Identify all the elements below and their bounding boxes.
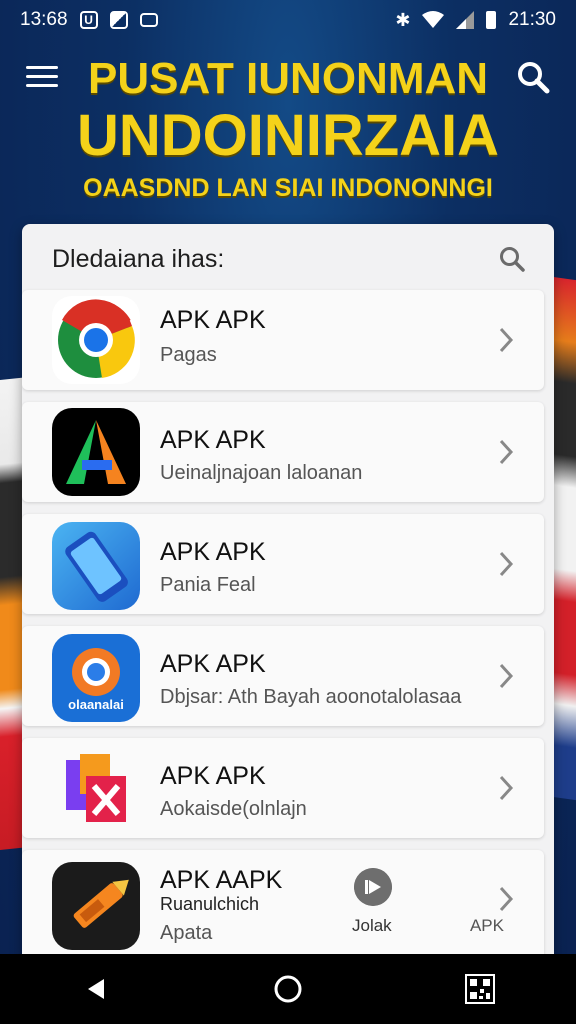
- wifi-icon: [422, 11, 445, 28]
- chrome-icon: [52, 296, 140, 384]
- browser-icon-label: olaanalai: [68, 697, 124, 712]
- page-title-line-1: PUSAT IUNONMAN: [87, 54, 489, 103]
- notification-u-icon: U: [79, 11, 98, 29]
- dx-icon: [52, 744, 140, 832]
- home-icon: [274, 975, 302, 1003]
- app-subtitle: Pania Feal: [160, 574, 256, 596]
- back-button[interactable]: [76, 969, 116, 1009]
- chevron-right-icon: [499, 775, 514, 801]
- app-subtitle: Dbjsar: Ath Bayah aoonotalolasaa: [160, 686, 462, 708]
- status-time: 13:68: [20, 9, 68, 30]
- card-title: Dledaiana ihas:: [52, 244, 225, 273]
- app-name: APK APK: [160, 762, 266, 790]
- pen-tool-icon: [52, 862, 140, 950]
- app-subtitle: Apata: [160, 922, 213, 944]
- list-item[interactable]: APK AAPK Ruanulchich Apata Jolak APK: [22, 850, 544, 964]
- list-item[interactable]: olaanalai APK APK Dbjsar: Ath Bayah aoon…: [22, 626, 544, 726]
- status-clock: 21:30: [508, 9, 556, 30]
- list-item[interactable]: APK APK Pania Feal: [22, 514, 544, 614]
- app-subtitle: Aokaisde(olnlajn: [160, 798, 307, 820]
- qr-code-icon: [465, 974, 495, 1004]
- app-name: APK APK: [160, 306, 266, 334]
- list-item[interactable]: APK APK Ueinaljnajoan laloanan: [22, 402, 544, 502]
- play-button[interactable]: [354, 868, 392, 906]
- page-subtitle: OAASDND LAN SIAI INDONONNGI: [83, 174, 493, 202]
- chevron-right-icon: [499, 551, 514, 577]
- apk-label: APK: [469, 916, 504, 935]
- notification-app-icon: [109, 11, 128, 29]
- recents-button[interactable]: [460, 969, 500, 1009]
- chevron-right-icon: [499, 663, 514, 689]
- search-icon[interactable]: [498, 245, 526, 273]
- bluetooth-icon: ✱: [395, 9, 411, 30]
- chevron-right-icon: [499, 439, 514, 465]
- triangle-a-icon: [52, 408, 140, 496]
- app-subtitle: Pagas: [160, 344, 217, 366]
- app-name: APK AAPK: [160, 866, 283, 894]
- app-name: APK APK: [160, 650, 266, 678]
- home-button[interactable]: [268, 969, 308, 1009]
- app-name: APK APK: [160, 538, 266, 566]
- app-name: APK APK: [160, 426, 266, 454]
- back-icon: [88, 979, 104, 999]
- play-label: Jolak: [352, 916, 392, 935]
- list-item[interactable]: APK APK Pagas: [22, 290, 544, 390]
- chevron-right-icon: [499, 327, 514, 353]
- notification-briefcase-icon: [139, 13, 158, 27]
- page-title-line-2: UNDOINIRZAIA: [76, 103, 500, 168]
- battery-icon: [486, 11, 497, 29]
- signal-icon: [456, 11, 475, 29]
- phone-icon: [52, 522, 140, 610]
- app-subtitle: Ueinaljnajoan laloanan: [160, 462, 363, 484]
- chevron-right-icon: [499, 886, 514, 912]
- card-header: Dledaiana ihas:: [22, 224, 554, 294]
- app-developer: Ruanulchich: [160, 894, 260, 914]
- navigation-bar: [0, 954, 576, 1024]
- list-item[interactable]: APK APK Aokaisde(olnlajn: [22, 738, 544, 838]
- app-list-card: Dledaiana ihas: APK APK Pagas APK APK Ue…: [22, 224, 554, 964]
- status-bar: 13:68 U ✱ 21:30: [0, 0, 576, 40]
- browser-icon: olaanalai: [52, 634, 140, 722]
